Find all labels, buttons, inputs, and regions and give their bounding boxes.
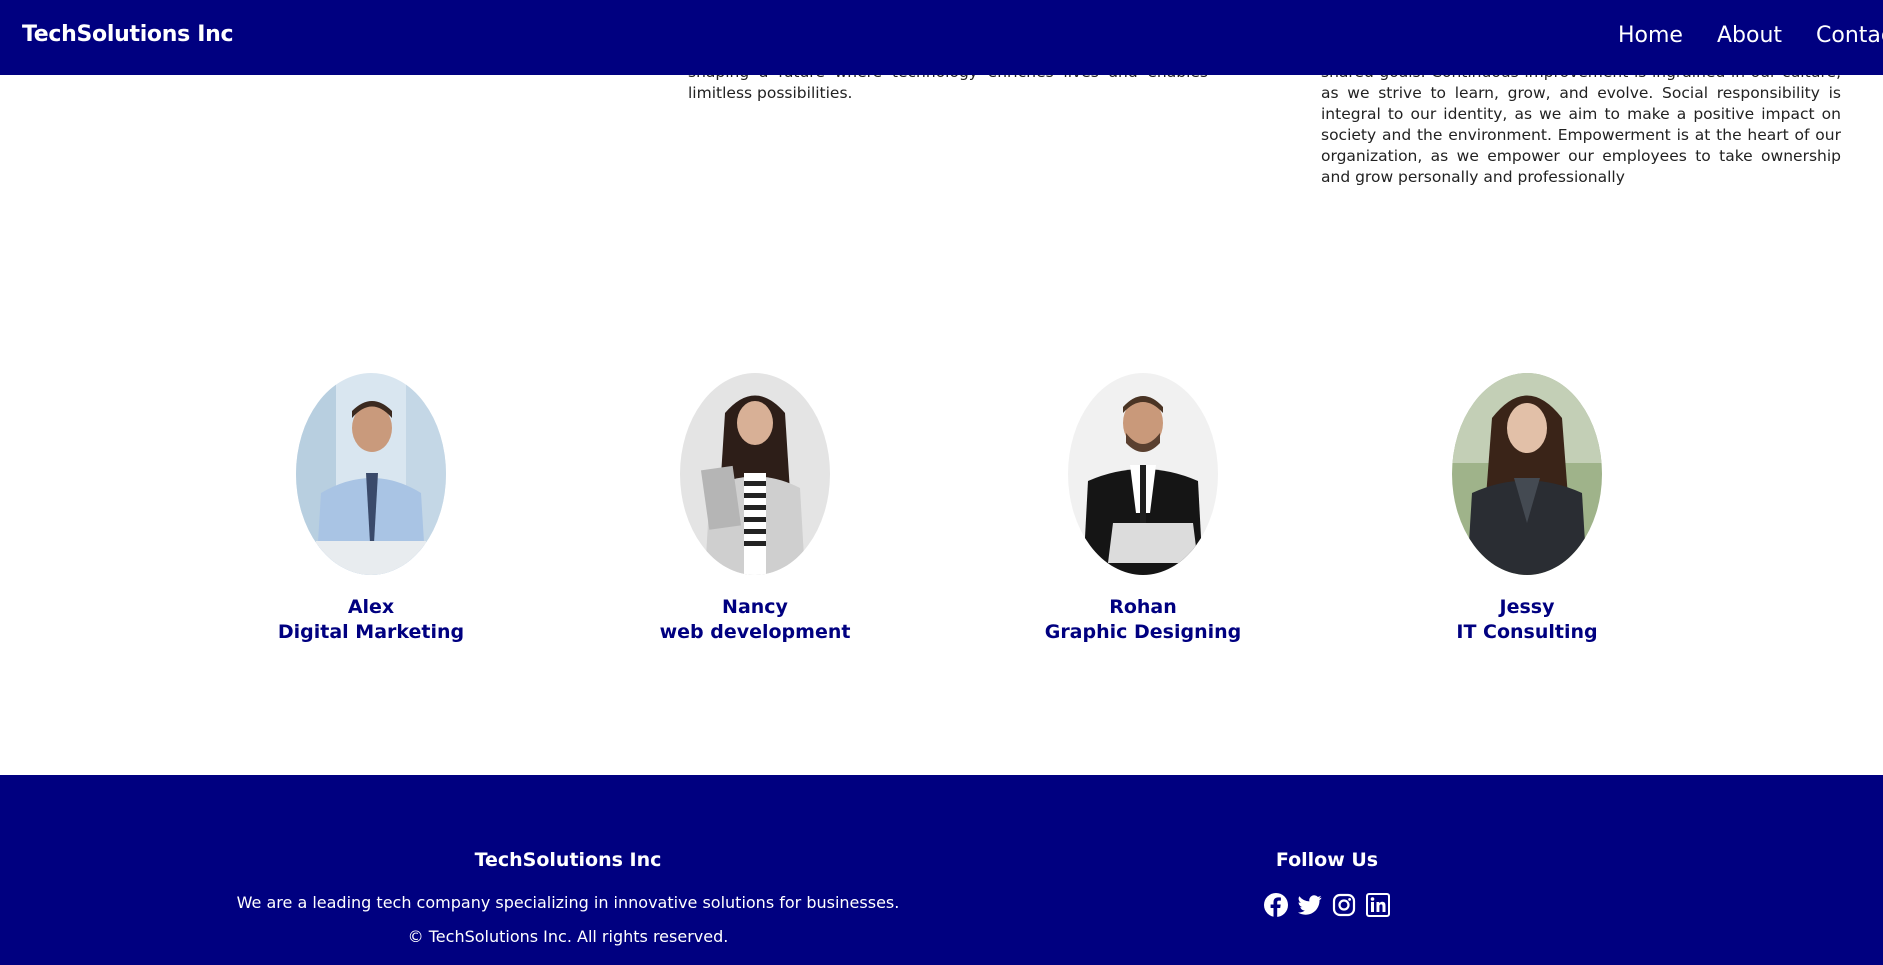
footer-description: We are a leading tech company specializi… xyxy=(236,893,900,912)
member-name: Jessy xyxy=(1499,596,1555,618)
instagram-icon[interactable] xyxy=(1332,893,1356,917)
footer-about: TechSolutions Inc We are a leading tech … xyxy=(228,849,908,946)
navbar: TechSolutions Inc Home About Contac xyxy=(0,0,1883,75)
footer-title: TechSolutions Inc xyxy=(474,849,662,871)
nav-contact-link[interactable]: Contac xyxy=(1816,23,1883,48)
member-name: Rohan xyxy=(1109,596,1177,618)
footer: TechSolutions Inc We are a leading tech … xyxy=(0,775,1883,965)
team-card-rohan: Rohan Graphic Designing xyxy=(1013,373,1273,645)
member-role: IT Consulting xyxy=(1456,621,1598,643)
follow-us-title: Follow Us xyxy=(1275,849,1379,871)
member-role: Digital Marketing xyxy=(277,621,465,643)
footer-social: Follow Us xyxy=(1227,849,1427,917)
footer-copyright: © TechSolutions Inc. All rights reserved… xyxy=(407,927,729,946)
nav-home-link[interactable]: Home xyxy=(1618,23,1683,48)
jessy-photo xyxy=(1452,373,1602,575)
values-text: shared goals. Continuous improvement is … xyxy=(1321,63,1841,186)
team-card-nancy: Nancy web development xyxy=(625,373,885,645)
team-card-alex: Alex Digital Marketing xyxy=(241,373,501,645)
member-role: web development xyxy=(659,621,851,643)
member-name: Nancy xyxy=(722,596,788,618)
nav-about-link[interactable]: About xyxy=(1717,23,1782,48)
alex-photo xyxy=(296,373,446,575)
linkedin-icon[interactable] xyxy=(1366,893,1390,917)
rohan-photo xyxy=(1068,373,1218,575)
facebook-icon[interactable] xyxy=(1264,893,1288,917)
brand-logo[interactable]: TechSolutions Inc xyxy=(22,22,234,47)
twitter-icon[interactable] xyxy=(1298,893,1322,917)
member-name: Alex xyxy=(347,596,395,618)
member-role: Graphic Designing xyxy=(1044,621,1242,643)
nancy-photo xyxy=(680,373,830,575)
team-card-jessy: Jessy IT Consulting xyxy=(1397,373,1657,645)
social-icons xyxy=(1227,893,1427,917)
